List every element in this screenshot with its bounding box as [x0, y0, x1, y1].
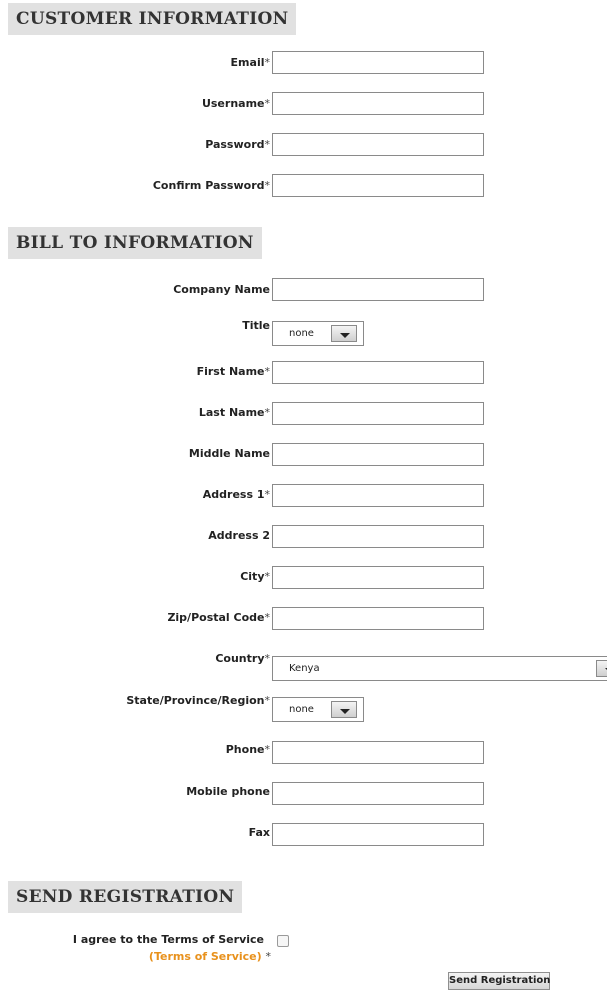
middle-name-field[interactable] — [272, 443, 484, 466]
first-name-field[interactable] — [272, 361, 484, 384]
address1-label: Address 1* — [202, 488, 271, 501]
customer-information-header: CUSTOMER INFORMATION — [8, 3, 297, 35]
fax-label: Fax — [248, 826, 270, 839]
phone-field[interactable] — [272, 741, 484, 764]
send-registration-header: SEND REGISTRATION — [8, 881, 243, 913]
required-marker: * — [264, 56, 271, 69]
first-name-label: First Name* — [196, 365, 271, 378]
terms-agree-label: I agree to the Terms of Service — [72, 933, 264, 946]
password-field[interactable] — [272, 133, 484, 156]
send-registration-button[interactable]: Send Registration — [448, 972, 550, 990]
country-select-value: Kenya — [289, 663, 320, 674]
zip-label: Zip/Postal Code* — [167, 611, 271, 624]
password-label: Password* — [205, 138, 271, 151]
username-field[interactable] — [272, 92, 484, 115]
bill-to-information-header: BILL TO INFORMATION — [8, 227, 262, 259]
title-label: Title — [242, 319, 270, 332]
required-marker: * — [264, 179, 271, 192]
middle-name-label: Middle Name — [188, 447, 270, 460]
state-label: State/Province/Region* — [126, 694, 271, 707]
username-label: Username* — [201, 97, 271, 110]
required-marker: * — [264, 652, 271, 665]
required-marker: * — [264, 611, 271, 624]
company-name-field[interactable] — [272, 278, 484, 301]
title-select-value: none — [289, 328, 314, 339]
phone-label: Phone* — [225, 743, 271, 756]
fax-field[interactable] — [272, 823, 484, 846]
required-marker: * — [264, 694, 271, 707]
chevron-down-icon[interactable] — [596, 660, 607, 677]
required-marker: * — [264, 743, 271, 756]
title-select[interactable]: none — [272, 321, 364, 346]
city-label: City* — [240, 570, 271, 583]
mobile-field[interactable] — [272, 782, 484, 805]
confirm-password-label: Confirm Password* — [152, 179, 271, 192]
required-marker: * — [264, 97, 271, 110]
last-name-field[interactable] — [272, 402, 484, 425]
state-select[interactable]: none — [272, 697, 364, 722]
required-marker: * — [264, 570, 271, 583]
required-marker: * — [264, 138, 271, 151]
chevron-down-icon[interactable] — [331, 701, 357, 718]
required-marker: * — [265, 950, 272, 963]
address2-field[interactable] — [272, 525, 484, 548]
country-select[interactable]: Kenya — [272, 656, 607, 681]
city-field[interactable] — [272, 566, 484, 589]
chevron-down-icon[interactable] — [331, 325, 357, 342]
company-name-label: Company Name — [173, 283, 270, 296]
mobile-label: Mobile phone — [186, 785, 270, 798]
terms-of-service-link[interactable]: (Terms of Service) — [149, 950, 262, 963]
terms-link-line: (Terms of Service) * — [149, 949, 271, 965]
confirm-password-field[interactable] — [272, 174, 484, 197]
address2-label: Address 2 — [208, 529, 270, 542]
required-marker: * — [264, 406, 271, 419]
last-name-label: Last Name* — [198, 406, 271, 419]
country-label: Country* — [215, 652, 271, 665]
address1-field[interactable] — [272, 484, 484, 507]
required-marker: * — [264, 365, 271, 378]
terms-checkbox[interactable] — [277, 935, 289, 947]
email-field[interactable] — [272, 51, 484, 74]
required-marker: * — [264, 488, 271, 501]
state-select-value: none — [289, 704, 314, 715]
zip-field[interactable] — [272, 607, 484, 630]
email-label: Email* — [230, 56, 271, 69]
